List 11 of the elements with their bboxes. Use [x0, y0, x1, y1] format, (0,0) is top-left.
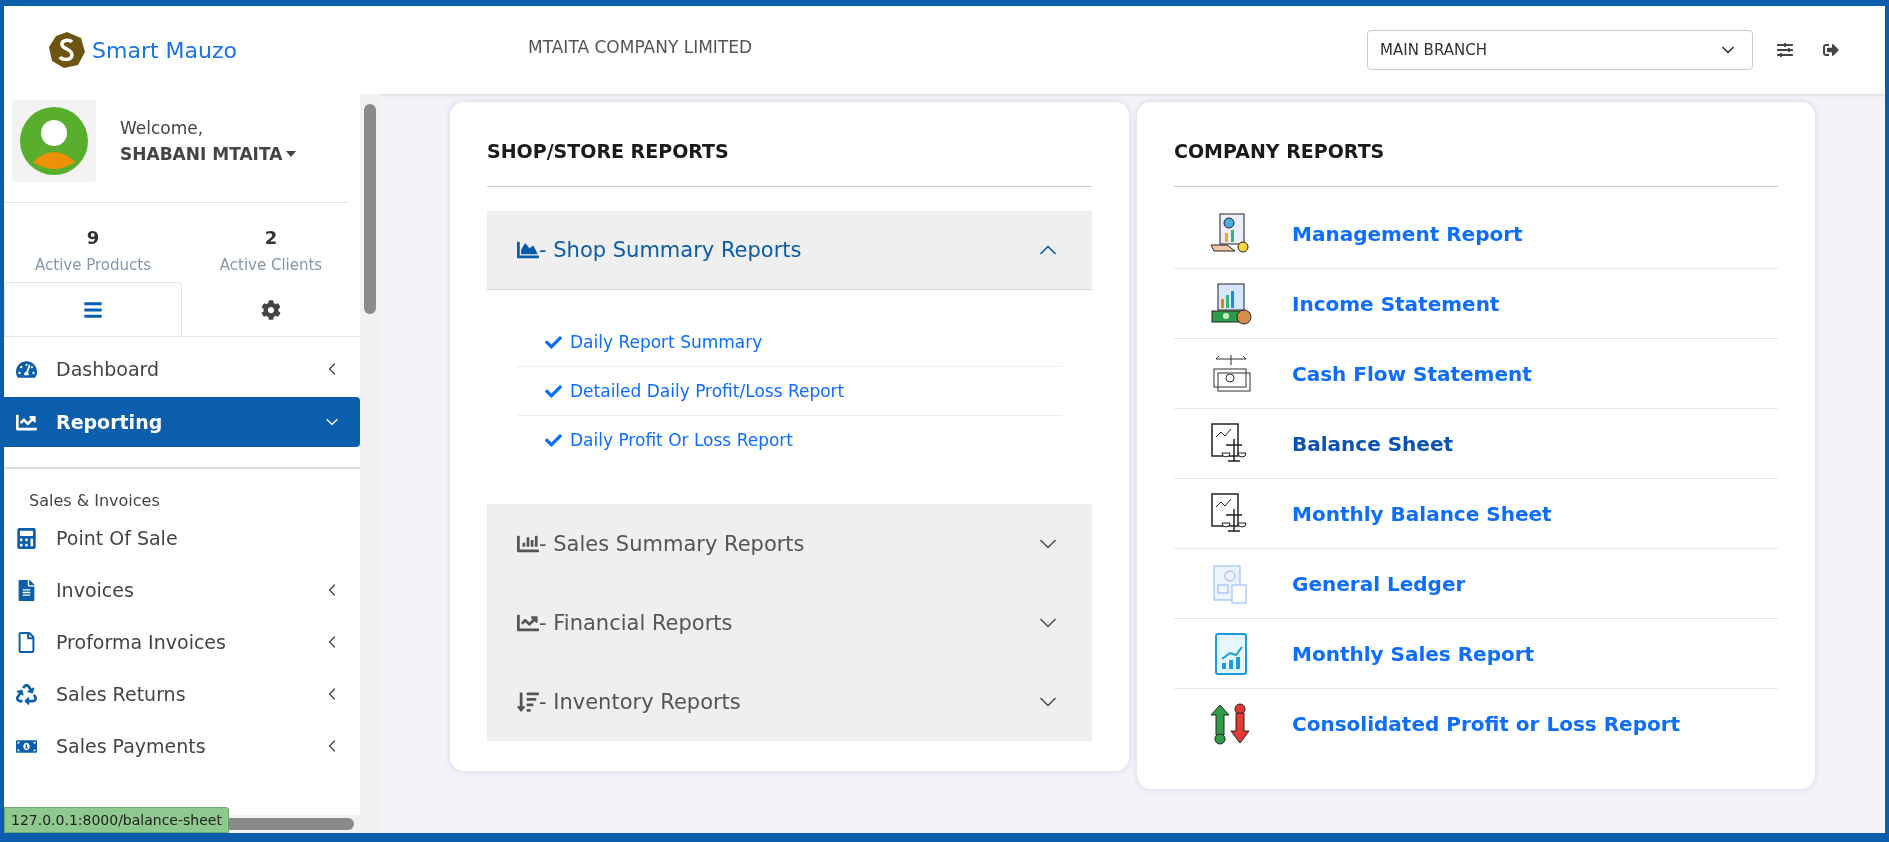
welcome-text: Welcome,	[120, 118, 205, 138]
stat-value: 2	[264, 227, 278, 248]
stat-value: 9	[86, 227, 100, 248]
card-title: COMPANY REPORTS	[1174, 132, 1778, 187]
stat-label: Active Clients	[219, 256, 323, 274]
brand-name: Smart Mauzo	[92, 37, 237, 63]
card-title: SHOP/STORE REPORTS	[487, 132, 1092, 187]
url-tooltip: 127.0.0.1:8000/balance-sheet	[4, 807, 229, 833]
section-label: Sales & Invoices	[28, 491, 161, 510]
company-name: MTAITA COMPANY LIMITED	[528, 37, 753, 57]
stat-label: Active Products	[35, 256, 151, 274]
